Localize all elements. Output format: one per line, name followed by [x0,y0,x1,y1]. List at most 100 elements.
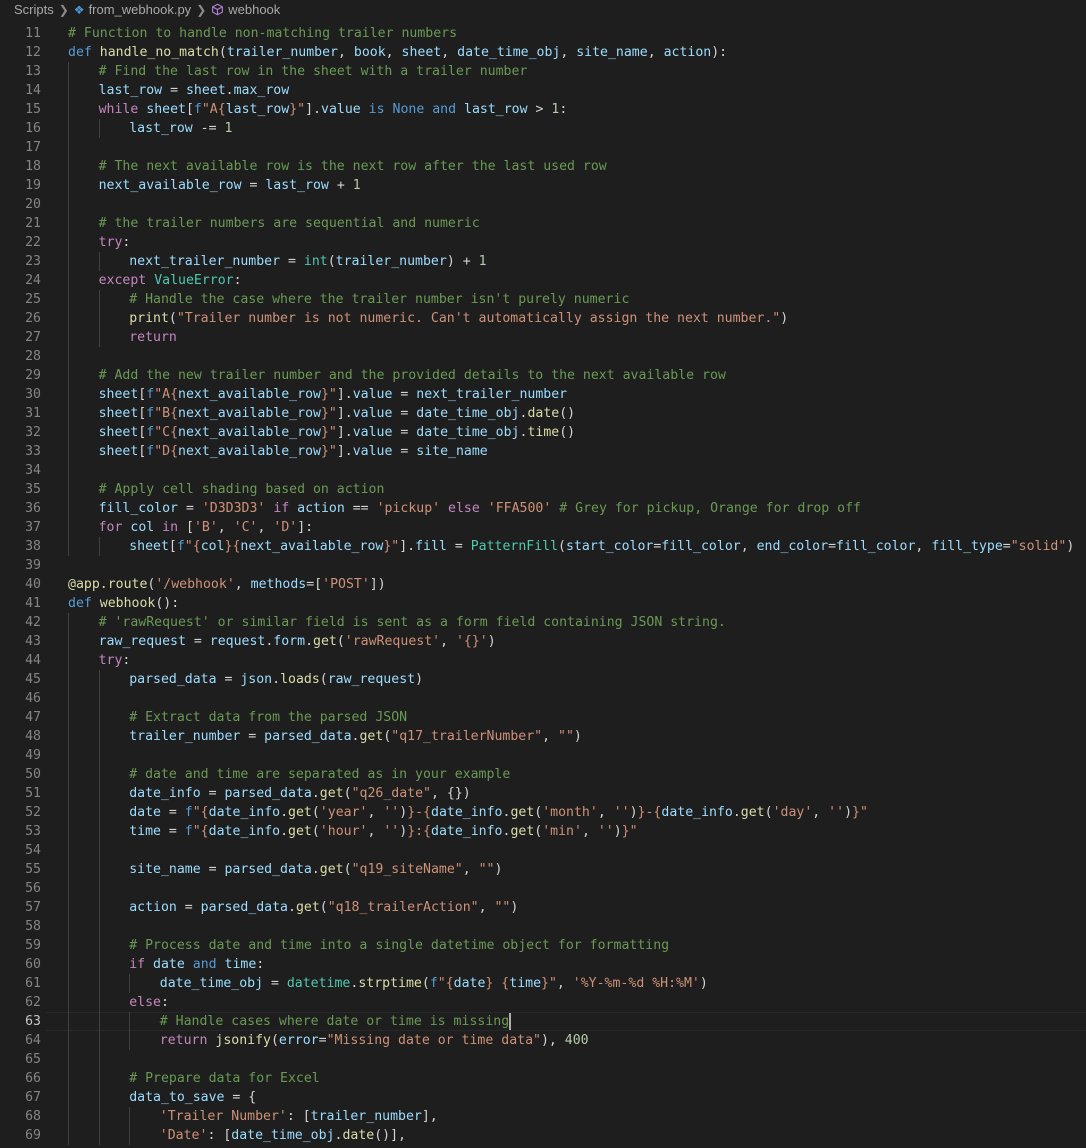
code-token: = [828,539,837,554]
code-line[interactable]: 68 'Trailer Number': [trailer_number], [0,1107,1086,1126]
code-line[interactable]: 22 try: [0,233,1086,252]
breadcrumb-file[interactable]: from_webhook.py [89,2,192,17]
code-token: : [559,102,568,117]
code-line[interactable]: 46 [0,689,1086,708]
code-line[interactable]: 38 sheet[f"{col}{next_available_row}"].fi… [0,537,1086,556]
code-line[interactable]: 61 date_time_obj = datetime.strptime(f"{d… [0,974,1086,993]
code-token: ) [844,805,853,820]
code-token: "{ [184,539,201,554]
code-line[interactable]: 20 [0,195,1086,214]
code-line[interactable]: 55 site_name = parsed_data.get("q19_siteN… [0,860,1086,879]
code-token: ( [168,311,177,326]
code-line[interactable]: 67 data_to_save = { [0,1088,1086,1107]
line-number: 34 [25,463,41,478]
code-line[interactable]: 48 trailer_number = parsed_data.get("q17_… [0,727,1086,746]
code-token: date_info [431,805,503,820]
code-line[interactable]: 16 last_row -= 1 [0,119,1086,138]
code-line[interactable]: 31 sheet[f"B{next_available_row}"].value … [0,404,1086,423]
code-line[interactable]: 21 # the trailer numbers are sequential a… [0,214,1086,233]
code-line[interactable]: 66 # Prepare data for Excel [0,1069,1086,1088]
indent-guide [129,974,131,993]
code-line[interactable]: 37 for col in ['B', 'C', 'D']: [0,518,1086,537]
code-line[interactable]: 64 return jsonify(error="Missing date or … [0,1031,1086,1050]
code-line[interactable]: 29 # Add the new trailer number and the p… [0,366,1086,385]
code-line[interactable]: 12 def handle_no_match(trailer_number, bo… [0,43,1086,62]
code-token: . [732,805,741,820]
code-line[interactable]: 45 parsed_data = json.loads(raw_request) [0,670,1086,689]
code-line[interactable]: 40 @app.route('/webhook', methods=['POST'… [0,575,1086,594]
code-line[interactable]: 32 sheet[f"C{next_available_row}"].value … [0,423,1086,442]
code-text: @app.route('/webhook', methods=['POST']) [68,575,386,594]
code-token: end_color [756,539,829,554]
code-token: ], [421,1109,438,1124]
code-line[interactable]: 51 date_info = parsed_data.get("q26_date"… [0,784,1086,803]
code-text: # Handle the case where the trailer numb… [129,290,629,309]
code-line[interactable]: 35 # Apply cell shading based on action [0,480,1086,499]
code-text: sheet[f"A{next_available_row}"].value = … [99,385,568,404]
code-token: # 'rawRequest' or similar field is sent … [98,615,726,630]
code-line[interactable]: 59 # Process date and time into a single … [0,936,1086,955]
code-token: 'POST' [322,577,370,592]
code-line[interactable]: 24 except ValueError: [0,271,1086,290]
code-line[interactable]: 39 [0,556,1086,575]
code-line[interactable]: 65 [0,1050,1086,1069]
code-line[interactable]: 33 sheet[f"D{next_available_row}"].value … [0,442,1086,461]
code-line[interactable]: 47 # Extract data from the parsed JSON [0,708,1086,727]
code-line[interactable]: 18 # The next available row is the next r… [0,157,1086,176]
code-token: : [ [207,1128,232,1143]
code-token: None [392,102,425,117]
code-line[interactable]: 30 sheet[f"A{next_available_row}"].value … [0,385,1086,404]
code-line[interactable]: 54 [0,841,1086,860]
code-token: '{}' [455,634,488,649]
code-line[interactable]: 28 [0,347,1086,366]
code-line[interactable]: 57 action = parsed_data.get("q18_trailerA… [0,898,1086,917]
line-number: 12 [25,45,41,60]
code-line[interactable]: 44 try: [0,651,1086,670]
code-line[interactable]: 53 time = f"{date_info.get('hour', '')}:{… [0,822,1086,841]
breadcrumb-symbol[interactable]: webhook [228,2,280,17]
code-token: date_time_obj [416,425,520,440]
code-line[interactable]: 25 # Handle the case where the trailer nu… [0,290,1086,309]
code-token: [ [168,539,177,554]
code-line[interactable]: 56 [0,879,1086,898]
code-line[interactable]: 41 def webhook(): [0,594,1086,613]
code-line[interactable]: 27 return [0,328,1086,347]
code-line[interactable]: 26 print("Trailer number is not numeric. … [0,309,1086,328]
code-token: : [122,653,131,668]
code-line[interactable]: 13 # Find the last row in the sheet with … [0,62,1086,81]
code-line[interactable]: 34 [0,461,1086,480]
code-line[interactable]: 43 raw_request = request.form.get('rawReq… [0,632,1086,651]
code-text: trailer_number = parsed_data.get("q17_tr… [129,727,582,746]
code-token: for [98,520,123,535]
code-token: # Extract data from the parsed JSON [129,710,408,725]
code-token: [ [185,102,194,117]
code-line[interactable]: 17 [0,138,1086,157]
code-line[interactable]: 42 # 'rawRequest' or similar field is sen… [0,613,1086,632]
line-number: 46 [25,691,41,706]
code-line[interactable]: 52 date = f"{date_info.get('year', '')}-{… [0,803,1086,822]
code-line[interactable]: 15 while sheet[f"A{last_row}"].value is N… [0,100,1086,119]
code-line[interactable]: 50 # date and time are separated as in yo… [0,765,1086,784]
code-token: [ [178,520,194,535]
code-line[interactable]: 11 # Function to handle non-matching trai… [0,24,1086,43]
code-line[interactable]: 23 next_trailer_number = int(trailer_numb… [0,252,1086,271]
code-line[interactable]: 62 else: [0,993,1086,1012]
code-line[interactable]: 36 fill_color = 'D3D3D3' if action == 'pi… [0,499,1086,518]
code-line[interactable]: 19 next_available_row = last_row + 1 [0,176,1086,195]
code-token: request [209,634,266,649]
code-line[interactable]: 58 [0,917,1086,936]
code-token: next_available_row [240,539,384,554]
code-text: sheet[f"{col}{next_available_row}"].fill… [129,537,1074,556]
code-line[interactable]: 14 last_row = sheet.max_row [0,81,1086,100]
code-token: = [176,900,201,915]
code-token: , [440,634,456,649]
breadcrumb-folder[interactable]: Scripts [14,2,54,17]
code-editor[interactable]: 1011# Function to handle non-matching tr… [0,0,1086,1148]
code-line[interactable]: 60 if date and time: [0,955,1086,974]
code-line[interactable]: 49 [0,746,1086,765]
code-text: time = f"{date_info.get('hour', '')}:{da… [129,822,637,841]
code-line[interactable]: 69 'Date': [date_time_obj.date()], [0,1126,1086,1145]
code-line[interactable]: 63 # Handle cases where date or time is m… [0,1012,1086,1031]
